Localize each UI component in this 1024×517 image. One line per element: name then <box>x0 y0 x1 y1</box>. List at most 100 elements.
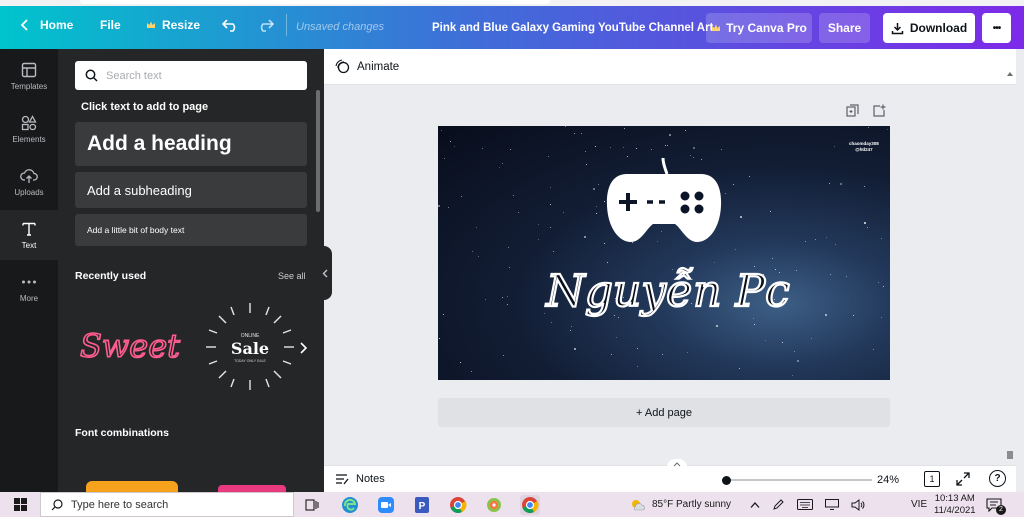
elements-icon <box>20 114 38 132</box>
rail-item-text[interactable]: Text <box>0 210 58 260</box>
system-tray-chevron[interactable] <box>750 492 760 517</box>
powerpoint-app-icon[interactable]: P <box>412 495 432 515</box>
text-search-input[interactable] <box>106 69 296 82</box>
recent-text-sweet[interactable]: Sweet <box>75 299 185 394</box>
handle-line-2: @hd247 <box>855 147 873 152</box>
zoom-app-icon[interactable] <box>376 495 396 515</box>
collapse-panel-button[interactable] <box>318 246 332 300</box>
zoom-slider-track[interactable] <box>722 479 872 481</box>
font-combo-thumb-orange[interactable] <box>86 481 178 492</box>
star-dot <box>835 244 836 245</box>
rail-label-uploads: Uploads <box>14 188 44 197</box>
taskbar-search[interactable] <box>40 492 294 517</box>
try-canva-pro-button[interactable]: Try Canva Pro <box>706 13 812 43</box>
browser-tab-edge <box>80 0 550 4</box>
star-dot <box>733 184 734 185</box>
expand-pages-tab[interactable] <box>667 459 687 467</box>
home-button[interactable]: Home <box>20 14 73 36</box>
chevron-up-icon <box>673 462 681 467</box>
star-dot <box>846 276 847 277</box>
clock[interactable]: 10:13 AM 11/4/2021 <box>934 492 976 517</box>
download-button[interactable]: Download <box>883 13 975 43</box>
notification-center[interactable]: 2 <box>986 492 1012 517</box>
chrome-app-icon[interactable] <box>448 495 468 515</box>
document-title[interactable]: Pink and Blue Galaxy Gaming YouTube Chan… <box>432 22 713 34</box>
volume-icon[interactable] <box>851 498 865 511</box>
help-label: ? <box>994 473 1001 484</box>
star-dot <box>611 354 612 355</box>
crown-icon <box>712 24 721 31</box>
duplicate-page-icon[interactable] <box>846 104 859 117</box>
rail-item-more[interactable]: More <box>0 263 58 313</box>
add-subheading-button[interactable]: Add a subheading <box>75 172 307 208</box>
star-dot <box>502 163 503 164</box>
download-icon <box>891 22 904 34</box>
weather-widget[interactable]: 85°F Partly sunny <box>630 492 731 517</box>
rail-item-templates[interactable]: Templates <box>0 51 58 101</box>
task-view-icon[interactable] <box>302 495 322 515</box>
star-dot <box>507 296 508 297</box>
recent-next-arrow[interactable] <box>298 341 308 359</box>
chrome-active-app-icon[interactable] <box>520 495 540 515</box>
add-page-icon[interactable] <box>873 104 886 117</box>
network-icon[interactable] <box>825 499 839 510</box>
undo-button[interactable] <box>222 14 240 36</box>
text-search-box[interactable] <box>75 61 307 90</box>
page-count-button[interactable]: 1 <box>924 471 940 487</box>
add-heading-button[interactable]: Add a heading <box>75 122 307 166</box>
redo-button[interactable] <box>256 14 274 36</box>
rail-item-uploads[interactable]: Uploads <box>0 157 58 207</box>
star-dot <box>581 133 582 134</box>
more-icon <box>20 273 38 291</box>
resize-button[interactable]: Resize <box>146 14 200 36</box>
notes-button[interactable]: Notes <box>335 473 385 485</box>
star-dot <box>503 355 504 356</box>
search-icon <box>51 498 63 510</box>
star-dot <box>687 352 688 353</box>
rail-item-elements[interactable]: Elements <box>0 104 58 154</box>
help-button[interactable]: ? <box>989 470 1006 487</box>
star-dot <box>482 148 483 149</box>
more-options-button[interactable]: ••• <box>982 13 1011 43</box>
star-dot <box>765 340 766 341</box>
editor-scrollbar[interactable] <box>1004 68 1016 465</box>
channel-name-text: Nguyễn Pc <box>545 266 790 317</box>
zoom-slider-handle[interactable] <box>722 476 731 485</box>
edge-browser-icon[interactable] <box>340 495 360 515</box>
star-dot <box>550 227 551 228</box>
design-canvas[interactable]: Nguyễn Pc <box>438 126 890 380</box>
see-all-link[interactable]: See all <box>278 271 306 281</box>
rail-label-elements: Elements <box>12 135 46 144</box>
star-dot <box>550 204 551 205</box>
star-dot <box>444 158 445 159</box>
keyboard-icon[interactable] <box>797 499 813 510</box>
templates-icon <box>20 61 38 79</box>
animate-button[interactable]: Animate <box>335 59 399 74</box>
share-button[interactable]: Share <box>819 13 870 43</box>
recent-text-sale[interactable]: ONLINE Sale TODAY ONLY SALE <box>195 299 305 394</box>
file-menu-button[interactable]: File <box>100 14 121 36</box>
add-body-text-button[interactable]: Add a little bit of body text <box>75 214 307 246</box>
panel-scrollbar[interactable] <box>316 90 320 212</box>
star-dot <box>510 149 511 150</box>
star-dot <box>883 286 884 287</box>
star-dot <box>570 330 571 331</box>
font-combo-thumb-pink[interactable] <box>218 485 286 492</box>
start-button[interactable] <box>14 498 27 514</box>
fullscreen-button[interactable] <box>956 472 970 489</box>
star-dot <box>595 146 596 147</box>
star-dot <box>616 337 617 338</box>
star-dot <box>636 148 637 149</box>
expand-icon <box>956 472 970 486</box>
input-language[interactable]: VIE <box>911 492 927 517</box>
pen-icon[interactable] <box>772 498 785 511</box>
taskbar-search-input[interactable] <box>71 498 271 511</box>
zoom-level[interactable]: 24% <box>877 474 899 486</box>
star-dot <box>878 282 879 283</box>
editor-subbar: Animate <box>324 49 1016 85</box>
uploads-icon <box>20 167 38 185</box>
star-dot <box>797 360 799 362</box>
add-page-button[interactable]: + Add page <box>438 398 890 427</box>
star-dot <box>553 251 554 252</box>
colorful-app-icon[interactable] <box>484 495 504 515</box>
